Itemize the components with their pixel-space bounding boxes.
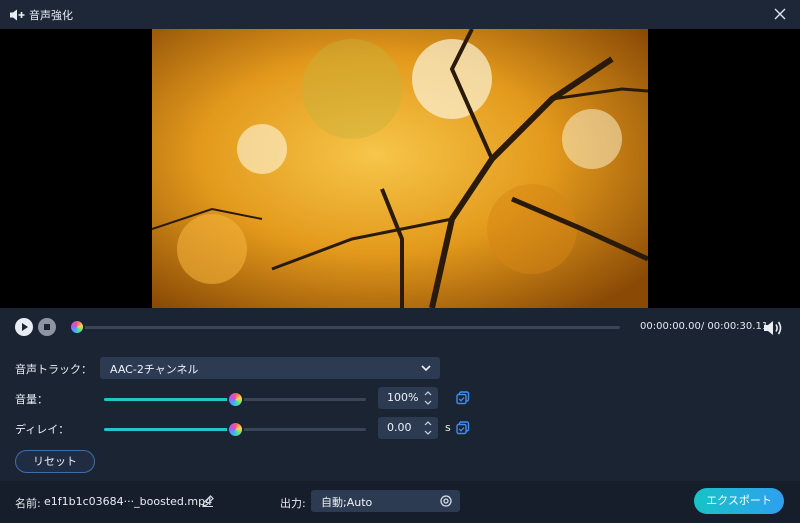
name-label: 名前: — [15, 497, 41, 510]
stepper-arrows-icon[interactable] — [423, 389, 433, 407]
output-filename: e1f1b1c03684···_boosted.mp4 — [44, 495, 213, 508]
output-label: 出力: — [280, 497, 306, 510]
volume-icon[interactable] — [762, 318, 784, 338]
chevron-down-icon — [420, 362, 432, 374]
delay-value: 0.00 — [387, 421, 412, 434]
output-format-field[interactable]: 自動;Auto — [311, 490, 460, 512]
volume-slider-handle[interactable] — [229, 393, 242, 406]
playback-progress-track[interactable] — [77, 326, 620, 329]
volume-slider-fill — [104, 398, 235, 401]
close-icon[interactable] — [772, 6, 788, 22]
time-display: 00:00:00.00/ 00:00:30.11 — [640, 321, 769, 332]
volume-slider[interactable] — [104, 393, 366, 406]
stepper-arrows-icon[interactable] — [423, 419, 433, 437]
window-title: 音声強化 — [29, 8, 73, 22]
apply-all-icon[interactable] — [456, 391, 470, 405]
volume-label: 音量： — [15, 393, 48, 406]
output-format-value: 自動;Auto — [321, 496, 373, 509]
title-bar: 音声強化 — [0, 0, 800, 29]
audio-track-value: AAC-2チャンネル — [110, 363, 199, 376]
pencil-icon[interactable] — [201, 494, 215, 508]
stop-icon — [44, 324, 50, 330]
gear-icon[interactable] — [439, 494, 453, 508]
audio-track-label: 音声トラック： — [15, 363, 92, 376]
delay-slider-fill — [104, 428, 235, 431]
audio-track-select[interactable]: AAC-2チャンネル — [100, 357, 440, 379]
delay-stepper[interactable]: 0.00 — [378, 417, 438, 439]
video-preview — [152, 29, 648, 308]
transport-bar: 00:00:00.00/ 00:00:30.11 — [0, 308, 800, 348]
stop-button[interactable] — [38, 318, 56, 336]
play-icon — [22, 323, 28, 331]
apply-all-icon[interactable] — [456, 421, 470, 435]
delay-slider-handle[interactable] — [229, 423, 242, 436]
reset-button[interactable]: リセット — [15, 450, 95, 473]
delay-unit: s — [445, 421, 451, 434]
export-button[interactable]: エクスポート — [694, 488, 784, 514]
playback-progress-handle[interactable] — [71, 321, 83, 333]
delay-label: ディレイ： — [15, 423, 70, 436]
video-stage — [0, 29, 800, 308]
volume-value: 100% — [387, 391, 419, 404]
play-button[interactable] — [15, 318, 33, 336]
volume-stepper[interactable]: 100% — [378, 387, 438, 409]
speaker-plus-icon — [9, 8, 25, 22]
footer-bar: 名前: e1f1b1c03684···_boosted.mp4 出力: 自動;A… — [0, 481, 800, 523]
delay-slider[interactable] — [104, 423, 366, 436]
